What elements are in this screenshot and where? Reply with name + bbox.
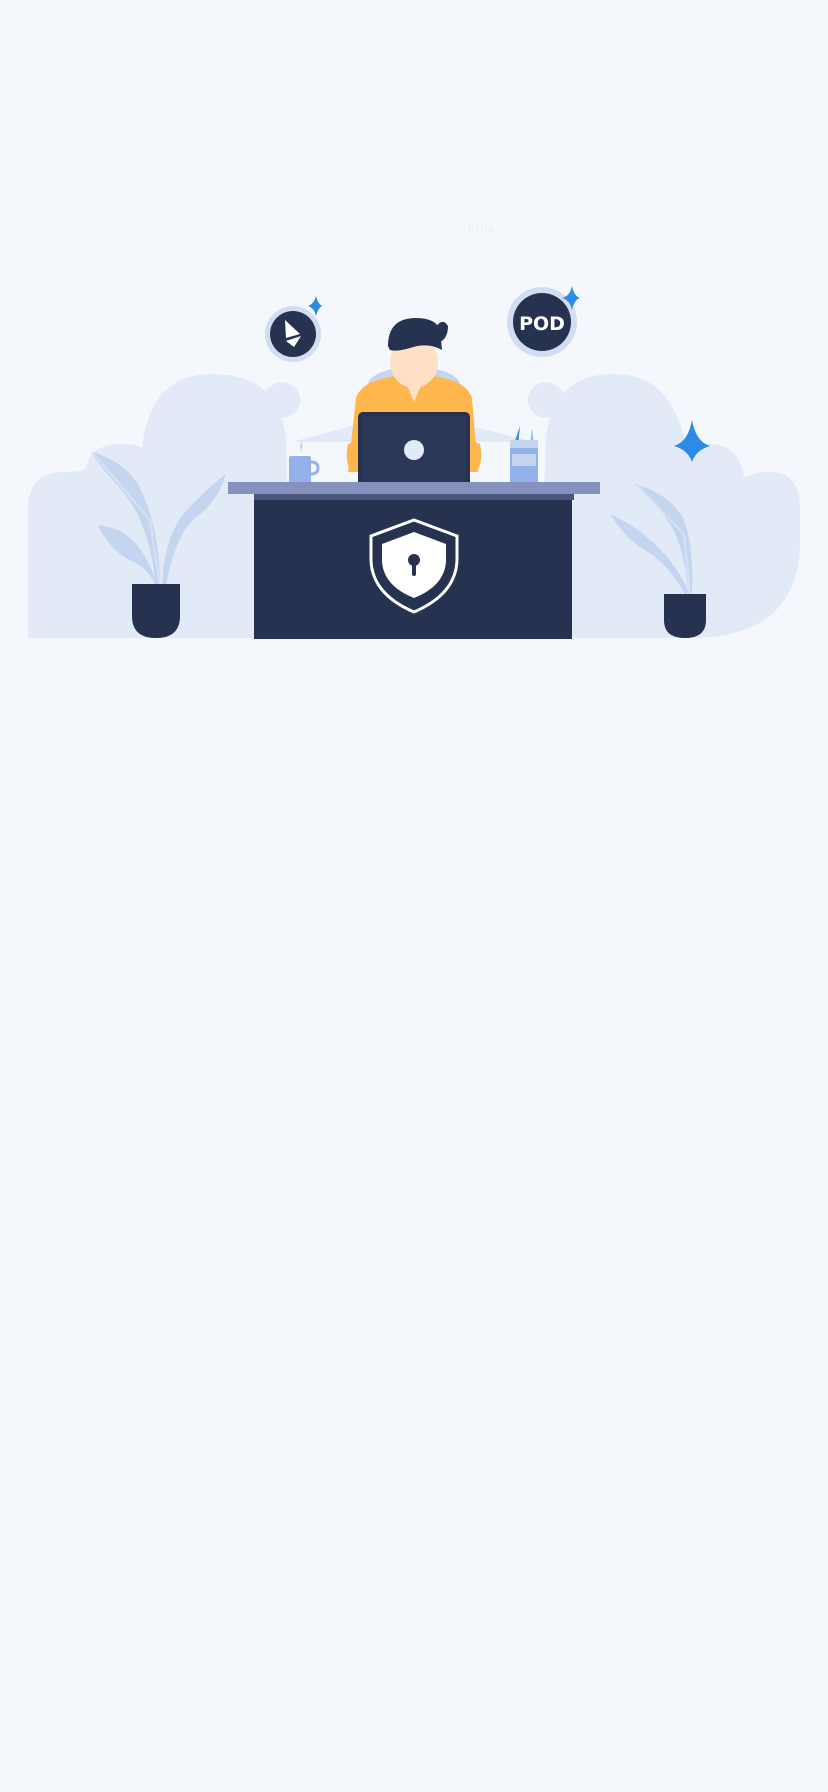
security-hero-illustration: POD [0,0,828,650]
laptop-logo-icon [404,440,424,460]
eth-token-badge [265,306,321,362]
plant-pot-right [664,594,706,638]
pen-holder [510,426,538,486]
coffee-mug [289,442,320,486]
pod-token-label: POD [519,313,565,335]
laptop [358,412,470,488]
desk-top [228,482,600,494]
desk-rail [254,494,574,500]
onboarding-screen: Ethe POD [0,0,828,1792]
plant-pot-left [132,584,180,638]
